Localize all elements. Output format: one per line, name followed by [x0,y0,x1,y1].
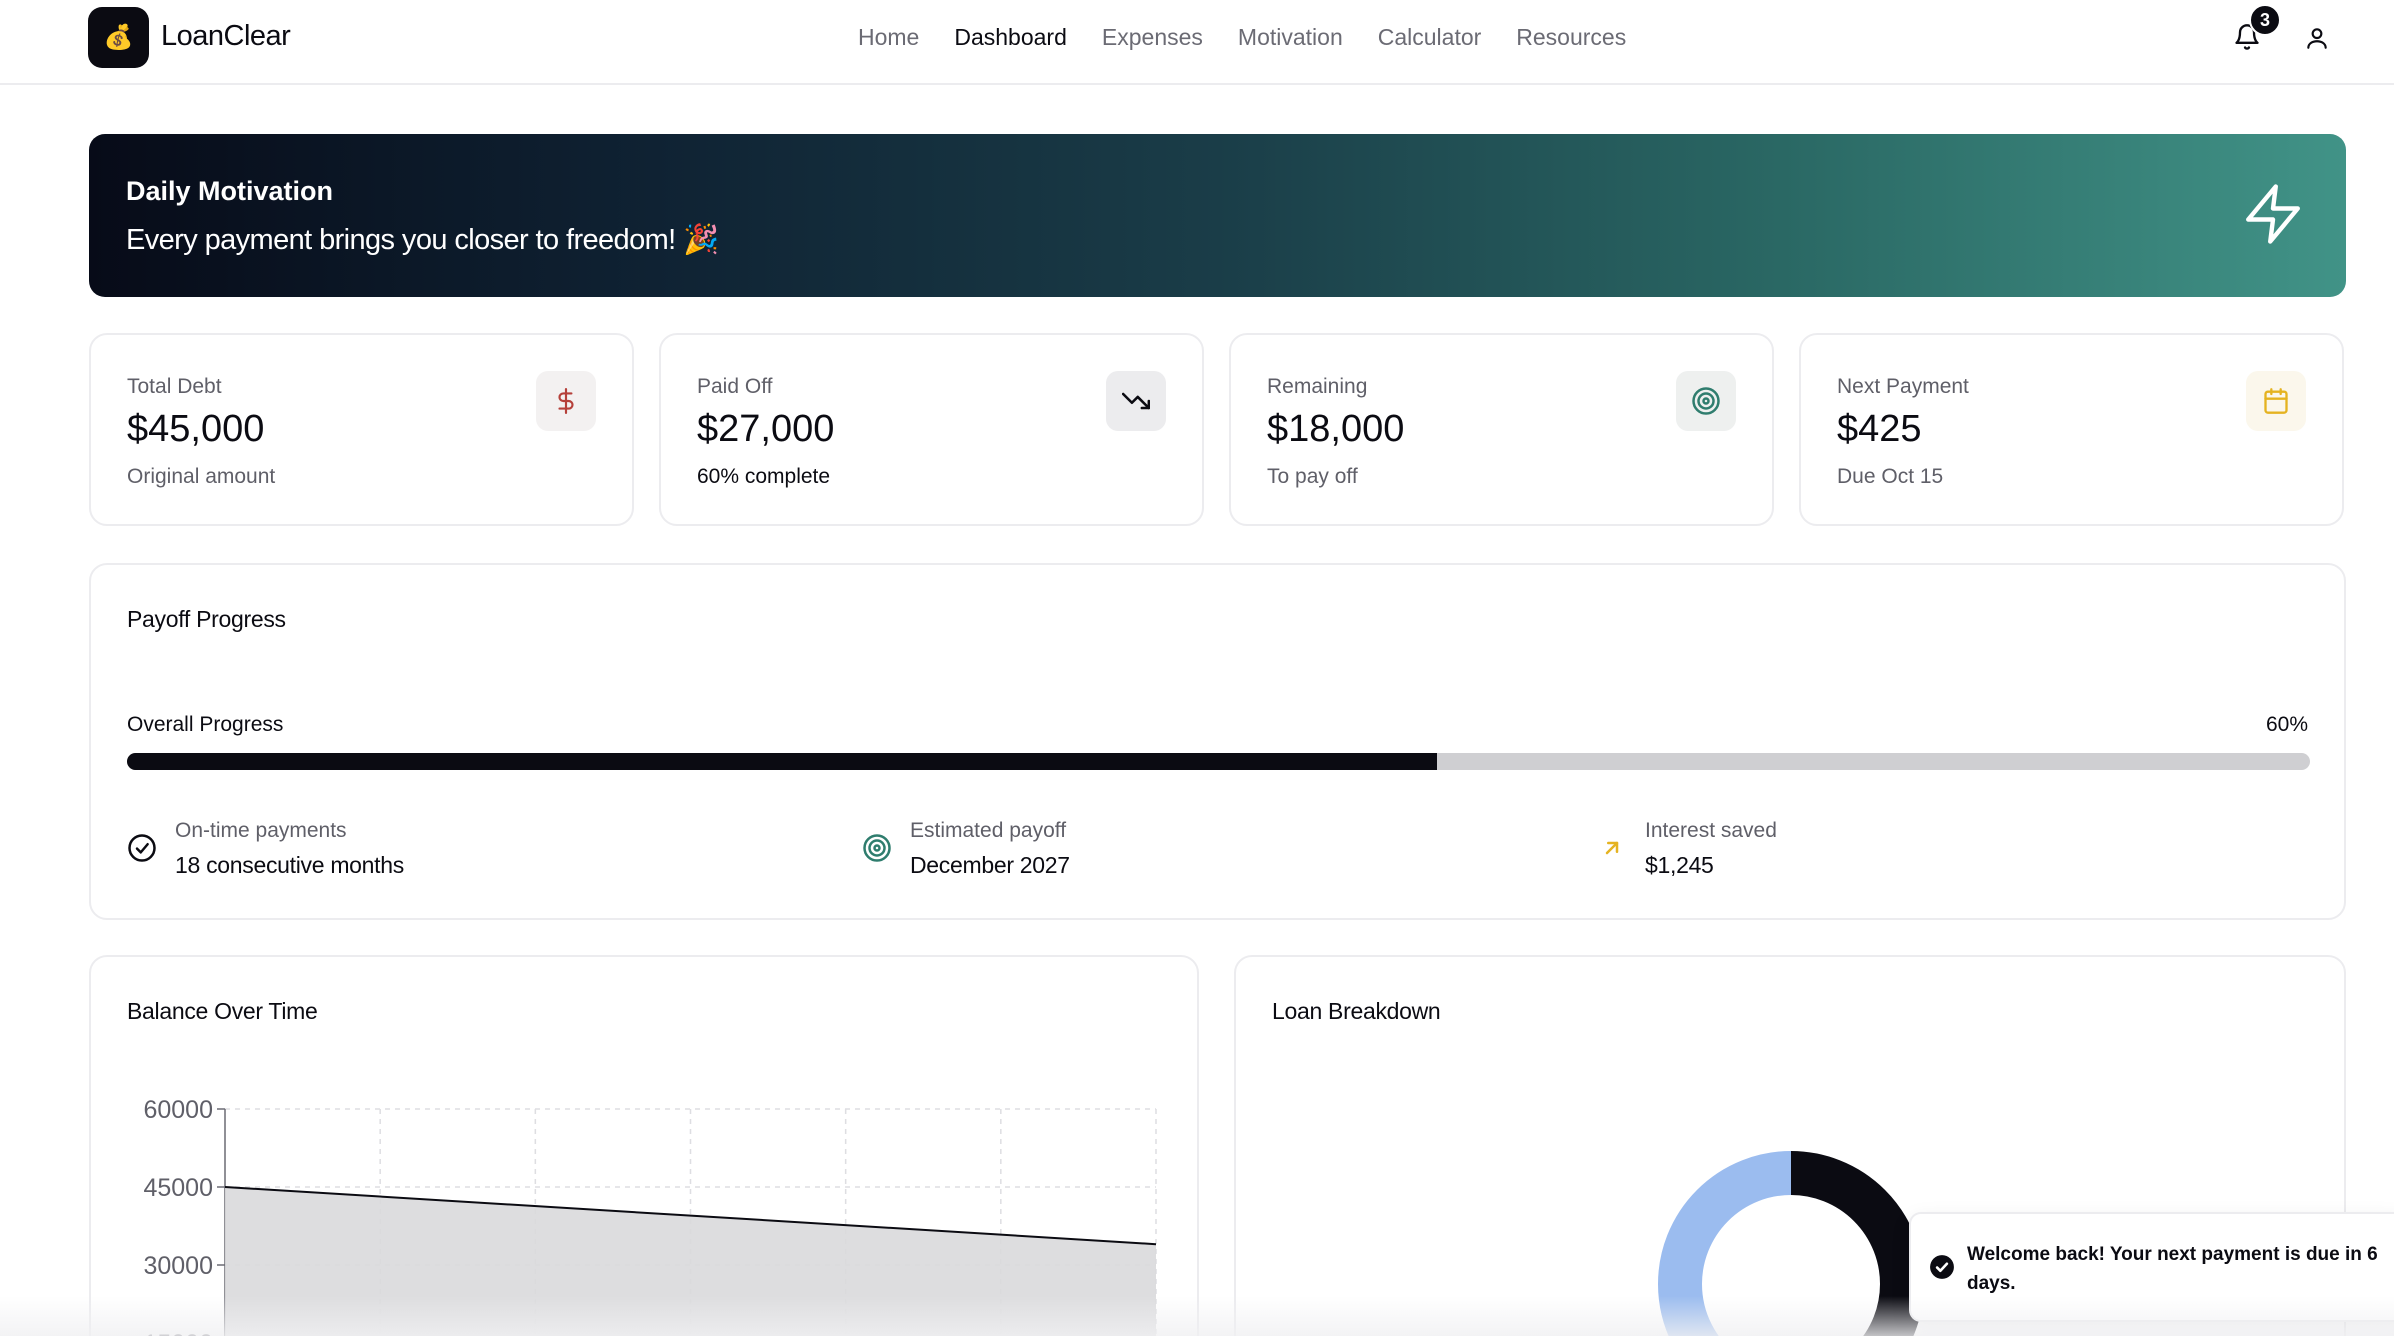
metric-label: On-time payments [175,819,347,842]
balance-chart: 60000 45000 30000 15000 [143,1096,1157,1336]
nav-calculator[interactable]: Calculator [1378,24,1482,51]
card-title: Payoff Progress [127,606,286,632]
stat-icon-box [1676,371,1736,431]
stat-value: $45,000 [127,408,265,450]
stat-card-total-debt: Total Debt $45,000 Original amount [89,333,634,526]
nav-motivation[interactable]: Motivation [1238,24,1343,51]
metric-value: 18 consecutive months [175,852,404,878]
stat-value: $18,000 [1267,408,1405,450]
main-nav: Home Dashboard Expenses Motivation Calcu… [858,24,1626,51]
stat-icon-box [1106,371,1166,431]
nav-resources[interactable]: Resources [1516,24,1626,51]
stat-icon-box [536,371,596,431]
stat-label: Remaining [1267,375,1368,398]
stat-subtext: Due Oct 15 [1837,465,1944,488]
user-icon[interactable] [2304,24,2330,52]
motivation-banner: Daily Motivation Every payment brings yo… [89,134,2346,297]
stat-subtext: To pay off [1267,465,1358,488]
lightning-bolt-icon [2246,184,2300,244]
banner-title: Daily Motivation [126,176,334,206]
banner-message: Every payment brings you closer to freed… [126,224,719,256]
top-navbar: 💰 LoanClear Home Dashboard Expenses Moti… [0,0,2394,85]
progress-track [127,753,2310,770]
nav-home[interactable]: Home [858,24,919,51]
metric-value: December 2027 [910,852,1070,878]
stat-value: $425 [1837,408,1922,450]
stat-card-next-payment: Next Payment $425 Due Oct 15 [1799,333,2344,526]
payoff-progress-card: Payoff Progress Overall Progress 60% On-… [89,563,2346,920]
trending-down-icon [1122,392,1150,410]
progress-fill [127,753,1437,770]
stat-card-paid-off: Paid Off $27,000 60% complete [659,333,1204,526]
money-bag-icon: 💰 [103,24,134,51]
calendar-icon [2264,388,2288,414]
arrow-up-right-icon [1605,841,1619,855]
welcome-toast[interactable]: Welcome back! Your next payment is due i… [1909,1212,2394,1322]
metric-label: Interest saved [1645,819,1777,842]
y-tick-label: 60000 [143,1096,213,1124]
notification-badge: 3 [2249,4,2281,36]
nav-dashboard[interactable]: Dashboard [954,24,1067,51]
y-tick-label: 30000 [143,1252,213,1280]
stat-card-remaining: Remaining $18,000 To pay off [1229,333,1774,526]
metric-value: $1,245 [1645,852,1714,878]
stat-label: Paid Off [697,375,773,398]
overall-progress-label: Overall Progress [127,713,284,736]
stat-label: Next Payment [1837,375,1969,398]
check-circle-icon [1930,1255,1954,1279]
target-icon [1692,387,1720,415]
check-circle-icon [128,834,156,862]
metric-label: Estimated payoff [910,819,1067,842]
toast-message: Welcome back! Your next payment is due i… [1967,1244,2378,1294]
overall-progress-percent: 60% [2265,713,2308,736]
stat-icon-box [2246,371,2306,431]
dollar-sign-icon [558,388,574,414]
stat-subtext: 60% complete [697,465,831,488]
nav-expenses[interactable]: Expenses [1102,24,1203,51]
stat-value: $27,000 [697,408,835,450]
stat-label: Total Debt [127,375,222,398]
app-name[interactable]: LoanClear [161,20,291,53]
target-icon [863,834,891,862]
app-logo[interactable]: 💰 [88,7,149,68]
stat-subtext: Original amount [127,465,276,488]
balance-over-time-card: Balance Over Time 60000450003000015000 [89,955,1199,1336]
y-tick-label: 45000 [143,1174,213,1202]
y-tick-label: 15000 [143,1330,213,1336]
